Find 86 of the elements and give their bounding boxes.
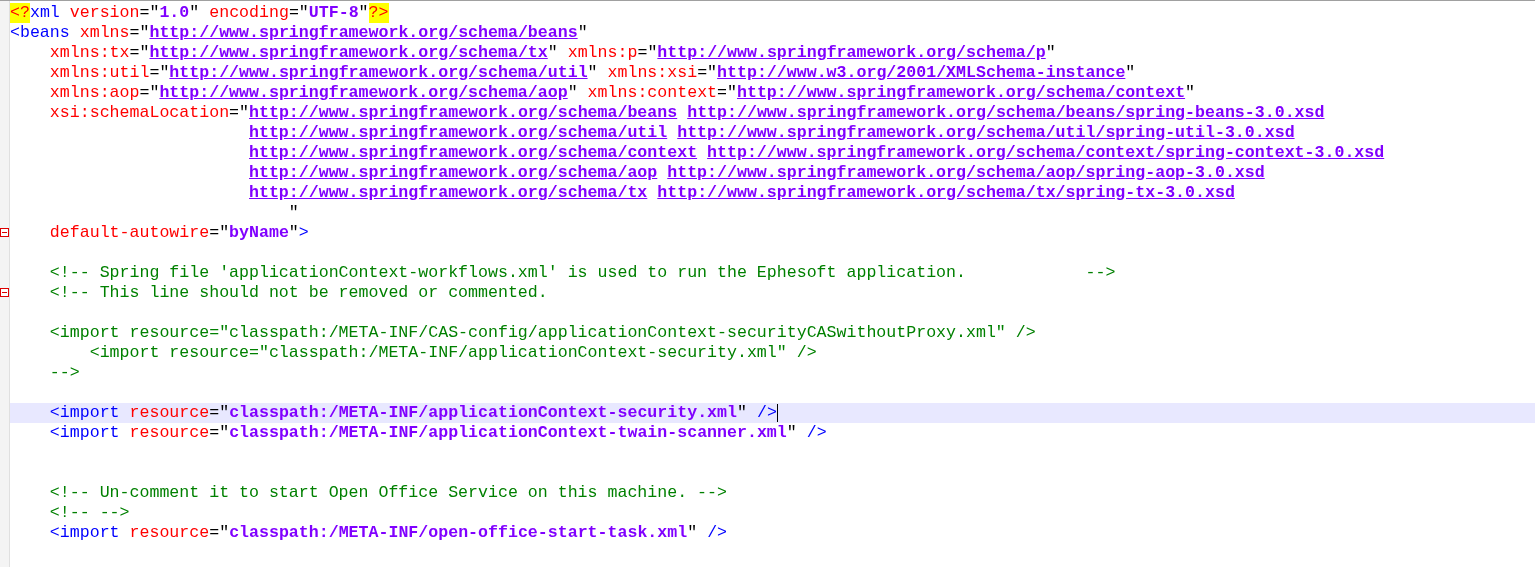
url-link[interactable]: http://www.springframework.org/schema/beans/spring-beans-3.0.xsd bbox=[687, 103, 1325, 123]
url-link[interactable]: http://www.springframework.org/schema/p bbox=[657, 43, 1046, 63]
quote-mark: " bbox=[587, 63, 598, 83]
comment-text: <!-- This line should not be removed or commented. bbox=[49, 283, 548, 303]
attribute-name: xmlns bbox=[79, 23, 130, 43]
url-link[interactable]: http://www.springframework.org/schema/tx/spring-tx-3.0.xsd bbox=[657, 183, 1235, 203]
quote-mark: =" bbox=[697, 63, 718, 83]
attribute-name: xmlns:p bbox=[567, 43, 638, 63]
processing-instruction: ?> bbox=[368, 3, 389, 23]
quote-mark: " bbox=[189, 3, 200, 23]
xml-tag: <beans bbox=[10, 23, 70, 43]
processing-instruction: <? bbox=[10, 3, 30, 23]
url-link[interactable]: http://www.springframework.org/schema/beans bbox=[249, 103, 678, 123]
url-link[interactable]: http://www.springframework.org/schema/aop bbox=[249, 163, 658, 183]
quote-mark: =" bbox=[288, 3, 309, 23]
url-link[interactable]: http://www.springframework.org/schema/util bbox=[249, 123, 668, 143]
quote-mark: " bbox=[737, 403, 747, 423]
xml-tag: <import bbox=[49, 403, 120, 423]
quote-mark: =" bbox=[209, 523, 230, 543]
text-cursor bbox=[776, 404, 778, 422]
quote-mark: =" bbox=[139, 3, 160, 23]
xml-tag: xml bbox=[29, 3, 60, 23]
attribute-name: xmlns:util bbox=[49, 63, 150, 83]
attribute-value: byName bbox=[229, 223, 289, 243]
fold-toggle-icon[interactable] bbox=[0, 288, 9, 297]
quote-mark: " bbox=[577, 23, 588, 43]
comment-text: <import resource="classpath:/META-INF/CAS-config/applicationContext-securityCASwithoutProxy.xml" /> bbox=[49, 323, 1036, 343]
attribute-name: xmlns:aop bbox=[49, 83, 140, 103]
attribute-name: xmlns:tx bbox=[49, 43, 130, 63]
url-link[interactable]: http://www.springframework.org/schema/tx bbox=[249, 183, 648, 203]
attribute-name: resource bbox=[129, 523, 210, 543]
attribute-name: xmlns:xsi bbox=[607, 63, 698, 83]
quote-mark: =" bbox=[209, 223, 230, 243]
quote-mark: " bbox=[358, 3, 369, 23]
quote-mark: " bbox=[786, 423, 797, 443]
xml-tag: <import bbox=[49, 423, 120, 443]
quote-mark: =" bbox=[229, 103, 249, 123]
quote-mark: =" bbox=[129, 23, 150, 43]
quote-mark: " bbox=[288, 203, 299, 223]
quote-mark: =" bbox=[139, 83, 160, 103]
attribute-name: resource bbox=[129, 403, 210, 423]
url-link[interactable]: http://www.springframework.org/schema/util bbox=[169, 63, 588, 83]
comment-text: --> bbox=[49, 363, 80, 383]
quote-mark: =" bbox=[717, 83, 737, 103]
attribute-value: 1.0 bbox=[159, 3, 190, 23]
comment-text: <!-- --> bbox=[49, 503, 130, 523]
comment-text: <!-- Spring file 'applicationContext-workflows.xml' is used to run the Ephesoft application. --> bbox=[49, 263, 1116, 283]
url-link[interactable]: http://www.springframework.org/schema/context/spring-context-3.0.xsd bbox=[707, 143, 1385, 163]
attribute-name: encoding bbox=[209, 3, 289, 23]
attribute-name: resource bbox=[129, 423, 210, 443]
quote-mark: " bbox=[1125, 63, 1136, 83]
quote-mark: =" bbox=[149, 63, 170, 83]
attribute-value: classpath:/META-INF/applicationContext-security.xml bbox=[229, 403, 737, 423]
quote-mark: " bbox=[547, 43, 558, 63]
xml-tag: /> bbox=[756, 403, 777, 423]
url-link[interactable]: http://www.springframework.org/schema/context bbox=[737, 83, 1186, 103]
quote-mark: =" bbox=[209, 423, 230, 443]
quote-mark: " bbox=[288, 223, 299, 243]
url-link[interactable]: http://www.springframework.org/schema/beans bbox=[149, 23, 578, 43]
attribute-value: classpath:/META-INF/open-office-start-task.xml bbox=[229, 523, 688, 543]
attribute-value: classpath:/META-INF/applicationContext-twain-scanner.xml bbox=[229, 423, 787, 443]
quote-mark: =" bbox=[637, 43, 658, 63]
url-link[interactable]: http://www.springframework.org/schema/util/spring-util-3.0.xsd bbox=[677, 123, 1295, 143]
comment-text: <!-- Un-comment it to start Open Office Service on this machine. --> bbox=[49, 483, 727, 503]
attribute-name: version bbox=[69, 3, 140, 23]
url-link[interactable]: http://www.springframework.org/schema/tx bbox=[149, 43, 548, 63]
url-link[interactable]: http://www.springframework.org/schema/context bbox=[249, 143, 698, 163]
attribute-name: default-autowire bbox=[49, 223, 210, 243]
attribute-value: UTF-8 bbox=[308, 3, 359, 23]
fold-toggle-icon[interactable] bbox=[0, 228, 9, 237]
xml-tag: /> bbox=[806, 423, 827, 443]
attribute-name: xsi:schemaLocation bbox=[49, 103, 230, 123]
quote-mark: =" bbox=[209, 403, 230, 423]
quote-mark: " bbox=[1185, 83, 1196, 103]
url-link[interactable]: http://www.springframework.org/schema/aop bbox=[159, 83, 568, 103]
quote-mark: " bbox=[567, 83, 578, 103]
url-link[interactable]: http://www.springframework.org/schema/aop/spring-aop-3.0.xsd bbox=[667, 163, 1265, 183]
attribute-name: xmlns:context bbox=[587, 83, 718, 103]
xml-tag: /> bbox=[707, 523, 728, 543]
url-link[interactable]: http://www.w3.org/2001/XMLSchema-instance bbox=[717, 63, 1126, 83]
quote-mark: " bbox=[687, 523, 698, 543]
xml-tag: > bbox=[298, 223, 309, 243]
comment-text: <import resource="classpath:/META-INF/applicationContext-security.xml" /> bbox=[89, 343, 817, 363]
quote-mark: " bbox=[1045, 43, 1056, 63]
quote-mark: =" bbox=[129, 43, 150, 63]
xml-tag: <import bbox=[49, 523, 120, 543]
